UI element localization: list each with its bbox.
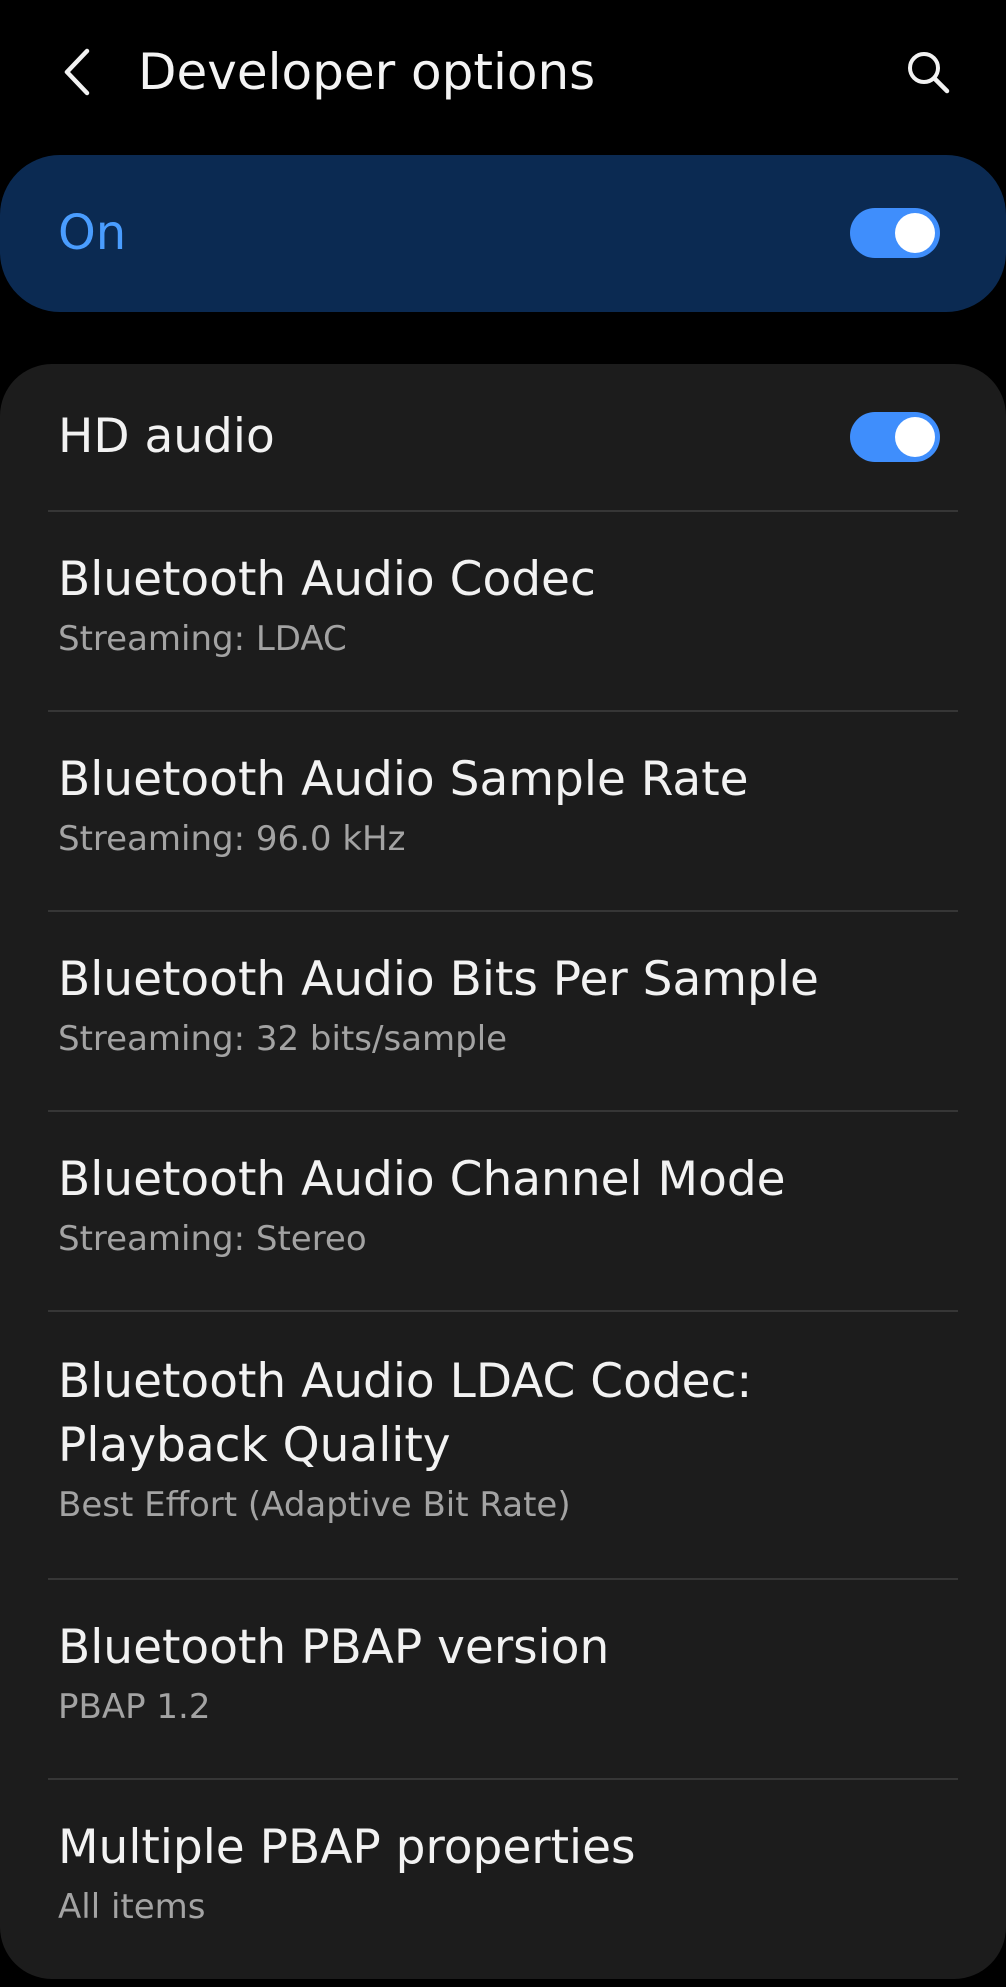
setting-subtitle: Streaming: 32 bits/sample [58, 1019, 508, 1059]
master-switch-label: On [58, 205, 127, 261]
setting-bluetooth-audio-channel-mode[interactable]: Bluetooth Audio Channel Mode Streaming: … [0, 1112, 1006, 1310]
page-title: Developer options [138, 43, 596, 101]
app-header: Developer options [0, 0, 1006, 140]
settings-list: HD audio Bluetooth Audio Codec Streaming… [0, 364, 1006, 1979]
hd-audio-toggle-switch[interactable] [850, 412, 940, 462]
setting-bluetooth-pbap-version[interactable]: Bluetooth PBAP version PBAP 1.2 [0, 1580, 1006, 1778]
setting-multiple-pbap-properties[interactable]: Multiple PBAP properties All items [0, 1780, 1006, 1979]
developer-options-master-switch-card[interactable]: On [0, 155, 1006, 312]
setting-bluetooth-audio-codec[interactable]: Bluetooth Audio Codec Streaming: LDAC [0, 512, 1006, 710]
master-toggle-switch[interactable] [850, 208, 940, 258]
setting-subtitle: PBAP 1.2 [58, 1687, 211, 1727]
search-button[interactable] [896, 40, 960, 104]
setting-subtitle: All items [58, 1887, 206, 1927]
setting-title: Bluetooth Audio Channel Mode [58, 1152, 786, 1207]
setting-bluetooth-audio-bits-per-sample[interactable]: Bluetooth Audio Bits Per Sample Streamin… [0, 912, 1006, 1110]
setting-title: Bluetooth Audio Codec [58, 552, 596, 607]
setting-title: HD audio [58, 409, 275, 464]
setting-title: Bluetooth Audio Sample Rate [58, 752, 749, 807]
search-icon [908, 52, 950, 94]
setting-subtitle: Best Effort (Adaptive Bit Rate) [58, 1485, 571, 1525]
chevron-left-icon [64, 48, 90, 96]
setting-hd-audio[interactable]: HD audio [0, 364, 1006, 510]
toggle-knob [895, 417, 935, 457]
setting-subtitle: Streaming: 96.0 kHz [58, 819, 406, 859]
setting-title: Bluetooth Audio Bits Per Sample [58, 952, 819, 1007]
setting-bluetooth-audio-sample-rate[interactable]: Bluetooth Audio Sample Rate Streaming: 9… [0, 712, 1006, 910]
toggle-knob [895, 213, 935, 253]
setting-subtitle: Streaming: LDAC [58, 619, 347, 659]
setting-subtitle: Streaming: Stereo [58, 1219, 367, 1259]
setting-title-line-2: Playback Quality [58, 1418, 451, 1473]
setting-title-line-1: Bluetooth Audio LDAC Codec: [58, 1354, 753, 1409]
setting-title: Multiple PBAP properties [58, 1820, 636, 1875]
setting-title: Bluetooth PBAP version [58, 1620, 610, 1675]
back-button[interactable] [46, 38, 106, 106]
setting-ldac-playback-quality[interactable]: Bluetooth Audio LDAC Codec: Playback Qua… [0, 1312, 1006, 1578]
